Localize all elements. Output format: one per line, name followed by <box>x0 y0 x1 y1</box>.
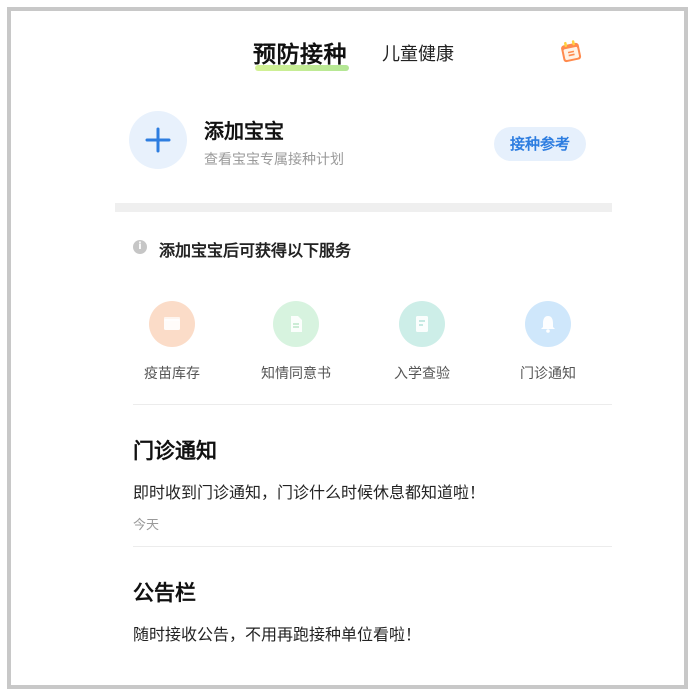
screen-frame: 预防接种 儿童健康 添加宝宝 查看宝宝专属接种计划 接种参考 i 添加宝宝后可获… <box>7 7 688 689</box>
divider-line <box>133 546 612 547</box>
divider-line <box>133 404 612 405</box>
add-baby-button[interactable] <box>129 111 187 169</box>
tab-vaccination-label: 预防接种 <box>253 42 347 68</box>
calendar-icon[interactable] <box>559 40 585 64</box>
service-clinic-notice[interactable]: 门诊通知 <box>493 301 603 391</box>
school-check-icon <box>399 301 445 347</box>
services-grid: 疫苗库存 知情同意书 入学查验 门诊通知 <box>115 301 612 391</box>
info-icon: i <box>133 240 147 254</box>
service-school-check[interactable]: 入学查验 <box>367 301 477 391</box>
bulletin-text: 随时接收公告，不用再跑接种单位看啦！ <box>133 625 422 644</box>
clinic-notice-time: 今天 <box>133 518 160 533</box>
service-label: 疫苗库存 <box>144 366 200 382</box>
plus-icon <box>145 127 171 153</box>
service-consent[interactable]: 知情同意书 <box>241 301 351 391</box>
tab-vaccination[interactable]: 预防接种 <box>253 35 347 69</box>
service-vaccine-stock[interactable]: 疫苗库存 <box>117 301 227 391</box>
main-content: 预防接种 儿童健康 添加宝宝 查看宝宝专属接种计划 接种参考 i 添加宝宝后可获… <box>115 11 612 685</box>
bulletin-title: 公告栏 <box>133 581 196 605</box>
clinic-notice-text: 即时收到门诊通知，门诊什么时候休息都知道啦！ <box>133 483 486 502</box>
add-baby-row[interactable]: 添加宝宝 查看宝宝专属接种计划 接种参考 <box>129 111 612 181</box>
service-label: 门诊通知 <box>520 366 576 382</box>
vaccination-reference-button[interactable]: 接种参考 <box>494 127 586 161</box>
tab-child-health[interactable]: 儿童健康 <box>382 40 454 66</box>
info-row: i 添加宝宝后可获得以下服务 <box>133 237 603 261</box>
section-divider <box>115 203 612 212</box>
clinic-notice-title: 门诊通知 <box>133 439 217 463</box>
add-baby-subtitle: 查看宝宝专属接种计划 <box>204 152 344 168</box>
header-tabs: 预防接种 儿童健康 <box>115 35 612 75</box>
vaccine-stock-icon <box>149 301 195 347</box>
service-label: 入学查验 <box>394 366 450 382</box>
service-label: 知情同意书 <box>261 366 331 382</box>
add-baby-title: 添加宝宝 <box>204 119 284 143</box>
bell-icon <box>525 301 571 347</box>
info-text: 添加宝宝后可获得以下服务 <box>159 241 352 260</box>
consent-document-icon <box>273 301 319 347</box>
